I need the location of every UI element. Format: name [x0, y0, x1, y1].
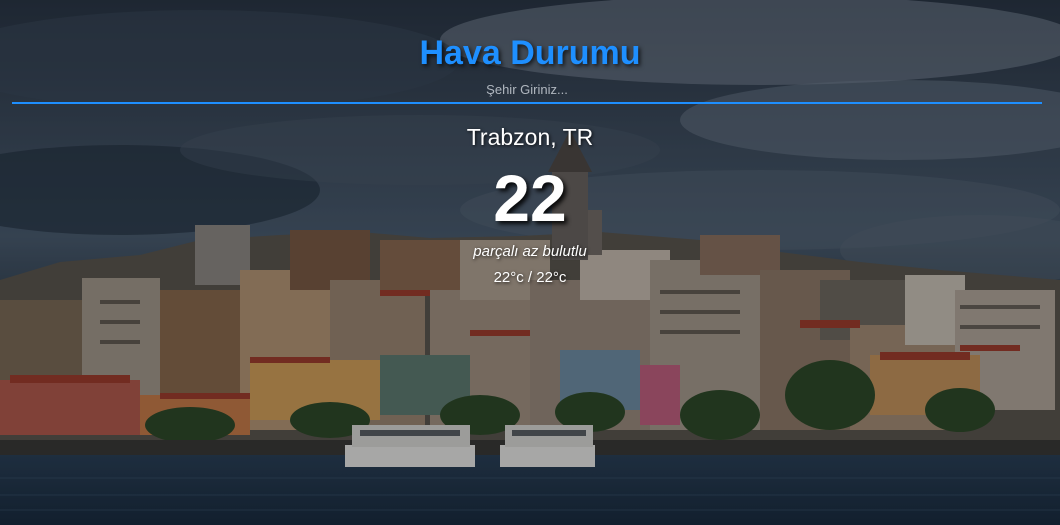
city-search-input[interactable] — [12, 76, 1042, 102]
search-field — [12, 74, 1042, 104]
weather-panel: Trabzon, TR 22 parçalı az bulutlu 22°c /… — [0, 120, 1060, 289]
city-name: Trabzon, TR — [466, 124, 594, 150]
app-header: Hava Durumu — [0, 0, 1060, 73]
temperature-value: 22 — [493, 161, 567, 235]
weather-app: Hava Durumu Trabzon, TR 22 parçalı az bu… — [0, 0, 1060, 525]
weather-description: parçalı az bulutlu — [473, 243, 587, 260]
app-title: Hava Durumu — [419, 34, 641, 72]
min-max-temperature: 22°c / 22°c — [493, 269, 567, 286]
